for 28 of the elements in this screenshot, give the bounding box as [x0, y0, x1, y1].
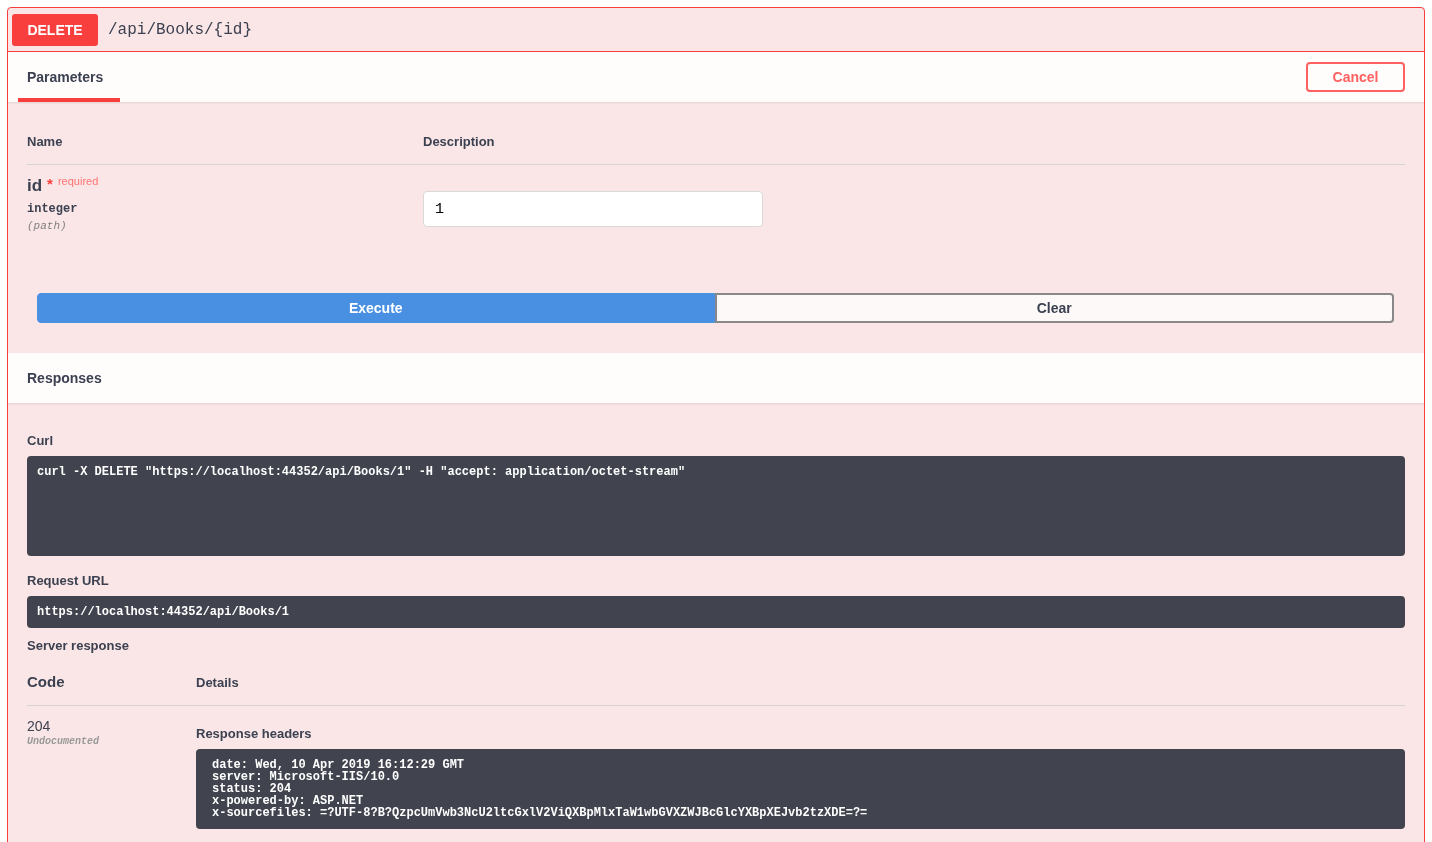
header-line: x-powered-by: ASP.NET [212, 795, 364, 807]
header-line: date: Wed, 10 Apr 2019 16:12:29 GMT [212, 759, 465, 771]
required-label: required [57, 174, 99, 188]
server-response-label: Server response [27, 638, 130, 654]
header-line: x-sourcefiles: =?UTF-8?B?QzpcUmVwb3NcU2ltcGxlV2ViQXBpMlxTaW1wbGVXZWJBcGlcYXBpXEJvb2tzXDE=?= [212, 807, 868, 819]
parameter-location: (path) [27, 219, 67, 233]
status-note: Undocumented [27, 736, 99, 748]
clear-button[interactable]: Clear [714, 293, 1394, 323]
header-line: server: Microsoft-IIS/10.0 [212, 771, 400, 783]
parameter-name: id [27, 176, 43, 196]
request-url: https://localhost:44352/api/Books/1 [27, 596, 1405, 628]
required-asterisk: * [47, 176, 53, 192]
column-header: Details [196, 675, 239, 691]
request-url-label: Request URL [27, 573, 110, 589]
column-header: Code [27, 673, 66, 691]
method-badge: DELETE [12, 13, 98, 46]
responses-title: Responses [26, 370, 102, 386]
parameter-type: integer [27, 202, 78, 216]
curl-command: curl -X DELETE "https://localhost:44352/api/Books/1" -H "accept: application/octet-stream" [27, 456, 1405, 556]
status-code: 204 [27, 717, 51, 735]
parameters-tab[interactable]: Parameters [18, 52, 120, 102]
column-header: Description [423, 134, 495, 150]
parameter-input[interactable]: 1 [423, 191, 763, 227]
curl-label: Curl [27, 433, 54, 449]
endpoint-path: /api/Books/{id} [108, 20, 253, 39]
header-line: status: 204 [212, 783, 292, 795]
column-header: Name [27, 134, 64, 150]
response-headers-label: Response headers [196, 726, 313, 742]
